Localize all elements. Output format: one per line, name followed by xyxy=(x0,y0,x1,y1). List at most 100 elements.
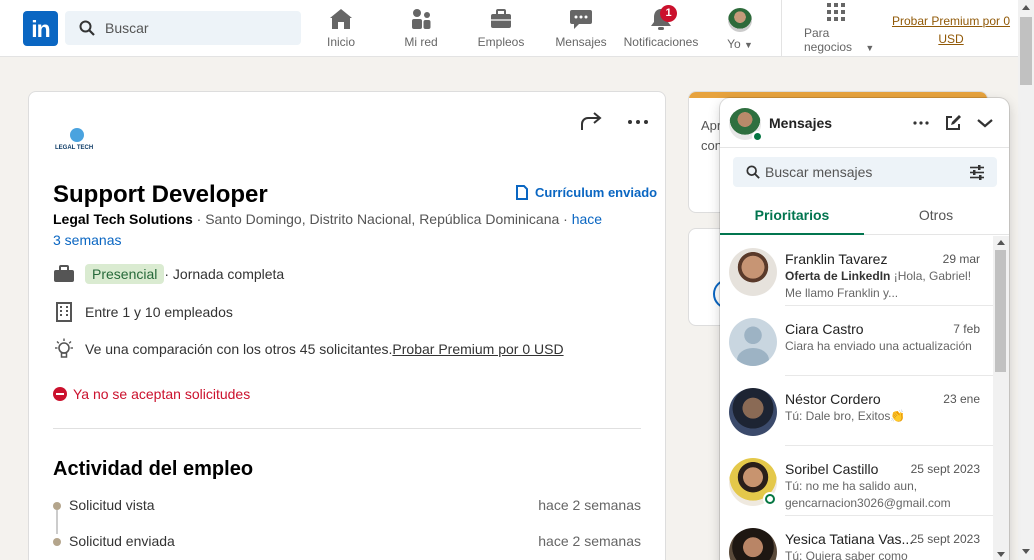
avatar xyxy=(729,388,777,436)
message-date: 23 ene xyxy=(943,392,980,406)
nav-business[interactable]: Para negocios ▼ xyxy=(796,2,876,54)
avatar xyxy=(729,528,777,560)
conversation-scroll-thumb[interactable] xyxy=(995,250,1006,372)
scroll-up-icon[interactable] xyxy=(1022,5,1030,10)
company-logo[interactable]: LEGAL TECH xyxy=(53,128,103,158)
nav-network[interactable]: Mi red xyxy=(400,8,442,56)
timeline-dot xyxy=(53,502,61,510)
message-date: 29 mar xyxy=(942,252,980,266)
job-title: Support Developer xyxy=(53,181,268,208)
linkedin-logo[interactable]: in xyxy=(23,11,58,46)
nav-jobs-label: Empleos xyxy=(477,35,525,49)
conversation-item[interactable]: Soribel Castillo 25 sept 2023 Tú: no me … xyxy=(720,446,993,516)
contact-name: Néstor Cordero xyxy=(785,391,881,407)
company-name[interactable]: Legal Tech Solutions xyxy=(53,211,193,227)
conversation-item[interactable]: Ciara Castro 7 feb Ciara ha enviado una … xyxy=(720,306,993,376)
grid-icon xyxy=(827,3,845,21)
message-search[interactable] xyxy=(733,157,997,187)
chevron-down-icon: ▼ xyxy=(744,40,753,50)
more-options-icon[interactable] xyxy=(626,110,650,134)
tab-prioritarios[interactable]: Prioritarios xyxy=(720,195,864,235)
contact-name: Ciara Castro xyxy=(785,321,864,337)
job-details-card: LEGAL TECH Support Developer Currículum … xyxy=(28,91,666,560)
message-search-input[interactable] xyxy=(765,157,965,187)
nav-home-label: Inicio xyxy=(326,35,355,49)
conversation-scrollbar[interactable] xyxy=(993,236,1009,560)
online-status-icon xyxy=(752,131,763,142)
comparison-premium-link[interactable]: Probar Premium por 0 USD xyxy=(392,341,563,357)
company-size: Entre 1 y 10 empleados xyxy=(85,304,233,320)
page-scroll-thumb[interactable] xyxy=(1020,17,1032,85)
contact-name: Franklin Tavarez xyxy=(785,251,888,267)
briefcase-icon xyxy=(54,265,74,282)
message-preview: Tú: Quiera saber como xyxy=(785,549,908,560)
company-size-insight: Entre 1 y 10 empleados xyxy=(53,302,233,322)
section-divider xyxy=(53,428,641,429)
closed-notice: Ya no se aceptan solicitudes xyxy=(53,386,250,402)
scroll-down-icon[interactable] xyxy=(1022,549,1030,554)
logo-emblem xyxy=(70,128,84,142)
job-type: · Jornada completa xyxy=(164,266,285,282)
document-icon xyxy=(516,185,528,200)
more-options-icon[interactable] xyxy=(912,114,930,132)
premium-trial-link[interactable]: Probar Premium por 0 USD xyxy=(888,12,1014,48)
activity-label: Solicitud enviada xyxy=(69,533,175,549)
network-icon xyxy=(412,9,431,29)
activity-time: hace 2 semanas xyxy=(538,533,641,549)
nav-jobs[interactable]: Empleos xyxy=(476,8,526,56)
message-preview: Ciara ha enviado una actualización xyxy=(785,339,972,353)
compose-icon[interactable] xyxy=(944,114,962,132)
chevron-down-icon: ▼ xyxy=(865,43,875,53)
nav-me[interactable]: Yo ▼ xyxy=(722,8,758,56)
cv-sent-label: Currículum enviado xyxy=(535,185,658,200)
messaging-panel: Mensajes Prioritarios Otros Franklin Tav… xyxy=(720,98,1009,560)
contact-name: Yesica Tatiana Vas... xyxy=(785,531,914,547)
company-logo-text: LEGAL TECH xyxy=(55,145,94,151)
online-status-icon xyxy=(763,492,777,506)
workplace-tag: Presencial xyxy=(85,264,165,284)
scroll-up-icon[interactable] xyxy=(997,240,1005,245)
activity-label: Solicitud vista xyxy=(69,497,155,513)
cv-sent-status[interactable]: Currículum enviado xyxy=(516,185,657,200)
chevron-down-icon[interactable] xyxy=(976,114,994,132)
message-date: 7 feb xyxy=(953,322,980,336)
lightbulb-icon xyxy=(55,338,73,358)
job-type-insight: Presencial · Jornada completa xyxy=(53,264,284,284)
nav-notifications-label: Notificaciones xyxy=(623,35,699,49)
notification-badge: 1 xyxy=(660,5,677,22)
briefcase-icon xyxy=(491,9,511,28)
search-icon xyxy=(79,20,95,36)
message-date: 25 sept 2023 xyxy=(910,532,980,546)
closed-notice-text: Ya no se aceptan solicitudes xyxy=(73,386,251,402)
search-input[interactable] xyxy=(105,11,295,45)
conversation-list: Franklin Tavarez 29 mar Oferta de Linked… xyxy=(720,236,993,560)
global-search[interactable] xyxy=(65,11,301,45)
nav-business-label: Para negocios ▼ xyxy=(804,26,875,54)
messaging-tabs: Prioritarios Otros xyxy=(720,195,1009,235)
nav-home[interactable]: Inicio xyxy=(322,8,360,56)
nav-network-label: Mi red xyxy=(404,35,438,49)
timeline-dot xyxy=(53,538,61,546)
conversation-item[interactable]: Néstor Cordero 23 ene Tú: Dale bro, Exit… xyxy=(720,376,993,446)
message-preview: Tú: Dale bro, Exitos👏 xyxy=(785,409,906,423)
job-location: · Santo Domingo, Distrito Nacional, Repú… xyxy=(192,211,572,227)
conversation-item[interactable]: Yesica Tatiana Vas... 25 sept 2023 Tú: Q… xyxy=(720,516,993,560)
page-scrollbar[interactable] xyxy=(1018,0,1034,560)
filter-icon[interactable] xyxy=(969,165,985,180)
home-icon xyxy=(330,9,352,29)
message-preview: Oferta de LinkedIn ¡Hola, Gabriel! Me ll… xyxy=(785,269,972,300)
conversation-item[interactable]: Franklin Tavarez 29 mar Oferta de Linked… xyxy=(720,236,993,306)
nav-messaging[interactable]: Mensajes xyxy=(553,8,609,56)
messaging-title: Mensajes xyxy=(769,115,833,131)
messaging-header[interactable]: Mensajes xyxy=(720,98,1009,148)
nav-notifications[interactable]: 1 Notificaciones xyxy=(622,5,700,56)
share-icon[interactable] xyxy=(579,110,603,134)
scroll-down-icon[interactable] xyxy=(997,552,1005,557)
chat-icon xyxy=(570,10,592,29)
tab-otros[interactable]: Otros xyxy=(864,195,1008,235)
user-avatar xyxy=(729,108,763,142)
job-meta: Legal Tech Solutions · Santo Domingo, Di… xyxy=(53,209,613,251)
top-navigation: in Inicio Mi red Empleos Mensajes 1 Noti… xyxy=(0,0,1018,57)
timeline-line xyxy=(56,510,58,534)
avatar xyxy=(729,248,777,296)
